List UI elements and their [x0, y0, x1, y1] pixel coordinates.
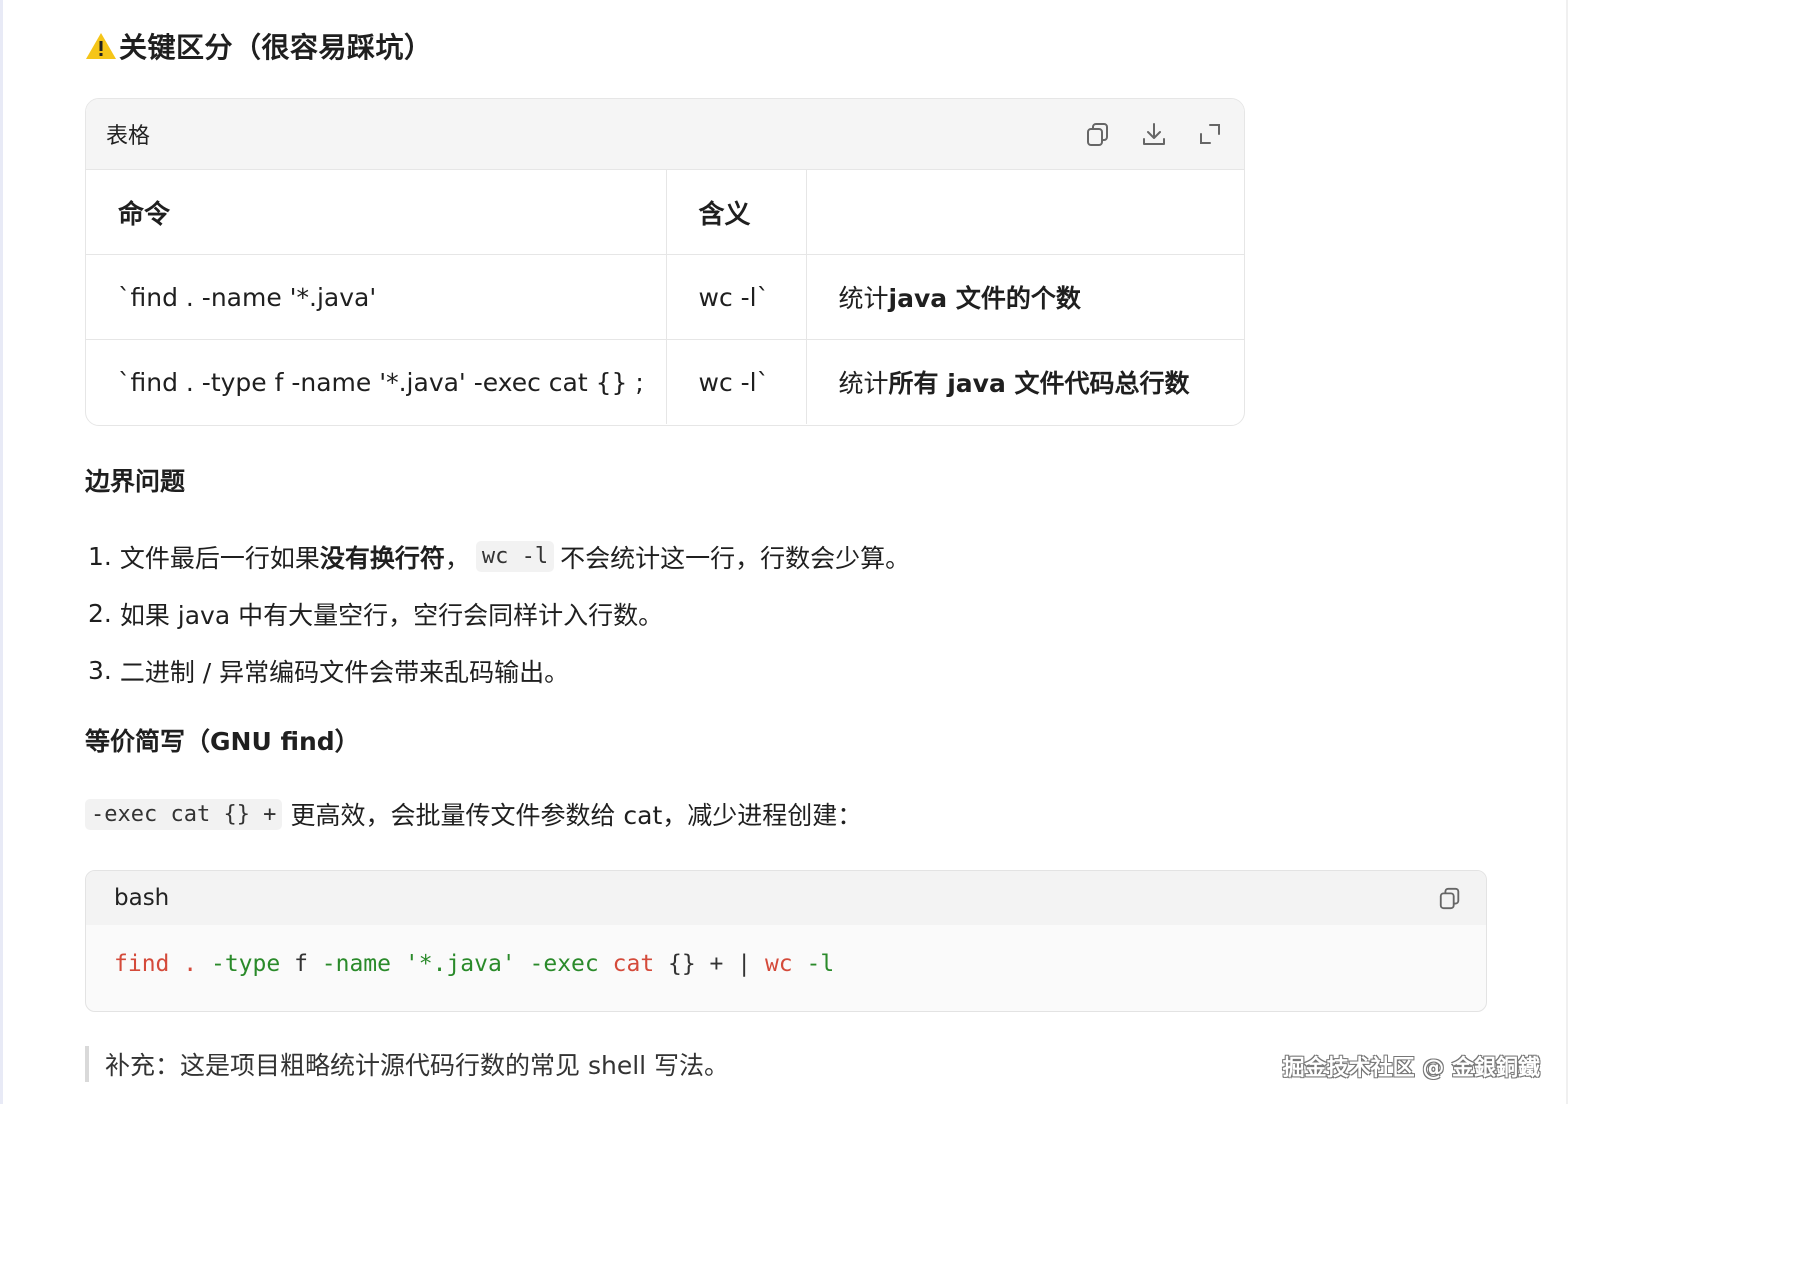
table-cell: 统计java 文件的个数 — [806, 254, 1244, 340]
copy-code-button[interactable] — [1436, 884, 1464, 912]
table-cell: `find . -name '*.java' — [86, 254, 667, 340]
list-item: 2. 如果 java 中有大量空行，空行会同样计入行数。 — [88, 585, 910, 642]
list-number: 1. — [88, 542, 112, 571]
download-icon — [1143, 123, 1165, 145]
paragraph-text: 更高效，会批量传文件参数给 cat，减少进程创建： — [290, 801, 863, 830]
code-token: '*.java' — [404, 951, 516, 977]
heading-text: 关键区分（很容易踩坑） — [119, 31, 433, 64]
copy-table-button[interactable] — [1084, 120, 1112, 148]
table-row: `find . -type f -name '*.java' -exec cat… — [86, 339, 1244, 425]
code-token: f — [280, 951, 322, 977]
code-block-header: bash — [86, 871, 1486, 925]
table-header-cell: 命令 — [86, 170, 667, 255]
table-cell: wc -l` — [666, 339, 807, 424]
section-heading-key-diff: 关键区分（很容易踩坑） — [85, 26, 433, 66]
table-header-cell: 含义 — [666, 170, 807, 255]
list-text-bold: 没有换行符 — [319, 543, 445, 573]
code-token: -name — [321, 951, 392, 977]
table-header-row: 命令 含义 — [86, 170, 1244, 255]
watermark: 掘金技术社区 @ 金銀銅鐵 — [1282, 1056, 1540, 1081]
list-text: 如果 java 中有大量空行，空行会同样计入行数。 — [119, 600, 664, 630]
code-token: -l — [806, 951, 835, 977]
code-block: bash find . -type f -name '*.java' -exec… — [85, 870, 1487, 1012]
inline-code: -exec cat {} + — [85, 798, 283, 830]
code-language: bash — [114, 885, 170, 911]
list-item: 3. 二进制 / 异常编码文件会带来乱码输出。 — [88, 642, 910, 699]
paragraph: -exec cat {} + 更高效，会批量传文件参数给 cat，减少进程创建： — [85, 796, 862, 832]
list-text: 文件最后一行如果 — [119, 543, 320, 573]
page: 关键区分（很容易踩坑） 表格 命令 含义 `find . -name '*.ja… — [0, 0, 1568, 1104]
code-token: wc — [764, 951, 793, 977]
left-edge — [0, 0, 3, 1104]
blockquote: 补充：这是项目粗略统计源代码行数的常见 shell 写法。 — [85, 1046, 729, 1082]
code-token: find — [114, 951, 170, 977]
table-cell-prefix: 统计 — [838, 369, 889, 398]
table-cell: wc -l` — [666, 254, 807, 340]
copy-icon — [1439, 887, 1460, 910]
code-body[interactable]: find . -type f -name '*.java' -exec cat … — [86, 925, 1486, 1003]
right-edge — [1566, 0, 1568, 1104]
expand-table-button[interactable] — [1196, 120, 1224, 148]
list-item: 1. 文件最后一行如果 没有换行符， wc -l 不会统计这一行，行数会少算。 — [88, 528, 910, 585]
data-table: 命令 含义 `find . -name '*.java' wc -l` 统计ja… — [86, 170, 1244, 424]
list-number: 3. — [88, 656, 112, 685]
code-token: . — [183, 951, 198, 977]
table-card-header: 表格 — [86, 99, 1244, 170]
section-heading-boundary: 边界问题 — [85, 467, 186, 496]
code-token: -exec — [529, 951, 599, 977]
list-number: 2. — [88, 599, 112, 628]
list-text: ， — [444, 543, 470, 573]
table-cell: `find . -type f -name '*.java' -exec cat… — [86, 339, 667, 424]
code-token: cat — [612, 951, 655, 977]
table-header-cell — [806, 170, 1244, 255]
table-cell-bold: 所有 java 文件代码总行数 — [888, 369, 1190, 398]
list-text: 不会统计这一行，行数会少算。 — [560, 543, 911, 573]
table-card-title: 表格 — [106, 124, 151, 149]
section-heading-gnu: 等价简写（GNU find） — [85, 727, 360, 756]
copy-icon — [1087, 123, 1108, 146]
table-card: 表格 命令 含义 `find . -name '*.java' wc -l` 统… — [85, 98, 1245, 426]
ordered-list: 1. 文件最后一行如果 没有换行符， wc -l 不会统计这一行，行数会少算。 2.… — [88, 528, 910, 699]
code-token: {} + | — [654, 951, 765, 977]
table-toolbar — [1084, 120, 1224, 148]
table-cell-bold: java 文件的个数 — [888, 284, 1081, 313]
code-token: -type — [210, 951, 281, 977]
blockquote-text: 补充：这是项目粗略统计源代码行数的常见 shell 写法。 — [105, 1051, 730, 1080]
warning-icon — [86, 33, 116, 59]
expand-icon — [1200, 124, 1220, 144]
inline-code: wc -l — [475, 541, 555, 572]
table-row: `find . -name '*.java' wc -l` 统计java 文件的… — [86, 254, 1244, 340]
table-cell: 统计所有 java 文件代码总行数 — [806, 340, 1244, 425]
list-text: 二进制 / 异常编码文件会带来乱码输出。 — [119, 657, 570, 687]
table-cell-prefix: 统计 — [838, 284, 889, 313]
download-table-button[interactable] — [1140, 120, 1168, 148]
